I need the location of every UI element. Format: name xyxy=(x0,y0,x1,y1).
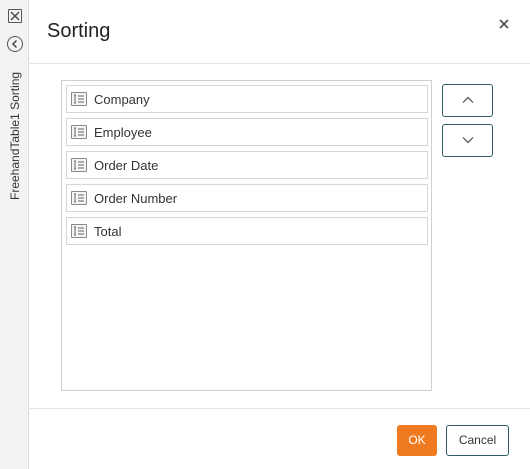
move-up-button[interactable] xyxy=(442,84,493,117)
footer-divider xyxy=(30,408,530,409)
move-down-button[interactable] xyxy=(442,124,493,157)
field-list-icon xyxy=(71,125,87,139)
list-item[interactable]: Company xyxy=(66,85,428,113)
ok-button[interactable]: OK xyxy=(397,425,437,456)
list-item[interactable]: Order Number xyxy=(66,184,428,212)
list-item-label: Order Number xyxy=(94,191,178,206)
field-list-icon xyxy=(71,224,87,238)
field-list-icon xyxy=(71,92,87,106)
list-item-label: Employee xyxy=(94,125,152,140)
side-panel-strip: FreehandTable1 Sorting xyxy=(0,0,29,469)
close-icon[interactable] xyxy=(497,17,511,31)
chevron-up-icon xyxy=(462,96,474,103)
list-item[interactable]: Order Date xyxy=(66,151,428,179)
list-item-label: Order Date xyxy=(94,158,159,173)
cancel-button[interactable]: Cancel xyxy=(446,425,509,456)
list-item-label: Total xyxy=(94,224,122,239)
side-panel-label: FreehandTable1 Sorting xyxy=(8,71,22,200)
dialog-title: Sorting xyxy=(47,20,111,42)
field-list-icon xyxy=(71,191,87,205)
field-list-icon xyxy=(71,158,87,172)
list-item[interactable]: Total xyxy=(66,217,428,245)
header-divider xyxy=(30,63,530,64)
list-item-label: Company xyxy=(94,92,150,107)
chevron-down-icon xyxy=(462,137,474,144)
sort-field-list[interactable]: Company Employee Order Date Order Number xyxy=(61,80,432,391)
list-item[interactable]: Employee xyxy=(66,118,428,146)
